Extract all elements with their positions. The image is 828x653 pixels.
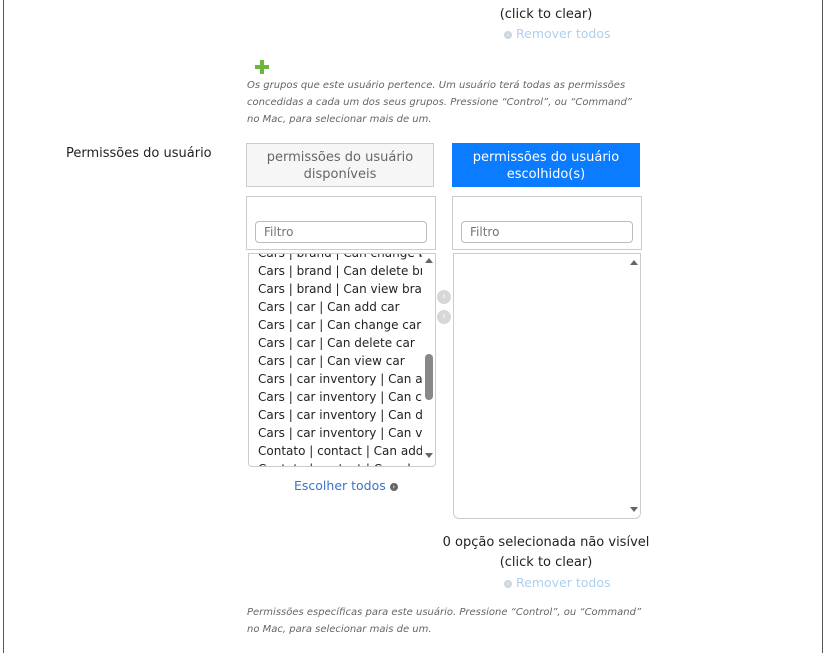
frame-border-left [3,0,4,653]
permission-option[interactable]: Cars | car | Can change car [258,316,422,334]
groups-remove-all-label: Remover todos [516,26,611,41]
frame-border-right [822,0,823,653]
arrow-right-icon: › [389,482,398,491]
available-filter-container [246,196,436,250]
permissions-help-text: Permissões específicas para este usuário… [247,607,642,635]
permission-option[interactable]: Cars | brand | Can view brand [258,280,422,298]
chosen-permissions-list[interactable] [453,253,641,519]
groups-click-to-clear[interactable]: (click to clear) [436,7,656,22]
permission-option[interactable]: Contato | contact | Can add contact [258,442,422,460]
permission-option[interactable]: Contato | contact | Can change contact [258,460,422,466]
chosen-filter-input[interactable] [461,221,633,243]
available-filter-input[interactable] [255,221,427,243]
permission-option[interactable]: Cars | car | Can view car [258,352,422,370]
groups-remove-all-link[interactable]: ‹ Remover todos [504,26,610,41]
permissions-field-label: Permissões do usuário [66,146,212,161]
available-permissions-title: permissões do usuário disponíveis [246,143,434,187]
permission-option[interactable]: Cars | car inventory | Can delete car in… [258,406,422,424]
choose-all-link[interactable]: Escolher todos › [294,478,402,493]
groups-help-text: Os grupos que este usuário pertence. Um … [247,80,632,125]
arrow-left-icon: ‹ [504,579,512,588]
chosen-list-scrollbar[interactable] [630,260,638,512]
permission-option[interactable]: Cars | car | Can delete car [258,334,422,352]
permission-option[interactable]: Cars | brand | Can delete brand [258,262,422,280]
add-group-plus-icon[interactable] [254,59,270,75]
permissions-remove-all-link[interactable]: ‹ Remover todos [504,575,610,590]
scroll-down-arrow-icon[interactable] [630,507,638,512]
permission-option[interactable]: Cars | brand | Can change brand [258,254,422,262]
permissions-remove-all-label: Remover todos [516,575,611,590]
scroll-up-arrow-icon[interactable] [630,260,638,265]
chosen-filter-container [452,196,642,250]
scroll-down-arrow-icon[interactable] [425,453,433,458]
available-permissions-list[interactable]: Cars | brand | Can change brandCars | br… [248,253,436,467]
scroll-up-arrow-icon[interactable] [425,258,433,263]
move-left-icon[interactable]: ‹ [437,310,451,324]
chosen-permissions-title: permissões do usuário escolhido(s) [452,143,640,187]
permission-option[interactable]: Cars | car inventory | Can view car inve… [258,424,422,442]
permission-option[interactable]: Cars | car inventory | Can add car inven… [258,370,422,388]
permission-option[interactable]: Cars | car | Can add car [258,298,422,316]
hidden-selected-count: 0 opção selecionada não visível [442,535,650,550]
move-right-icon[interactable]: › [437,290,451,304]
permissions-click-to-clear[interactable]: (click to clear) [436,555,656,570]
choose-all-label: Escolher todos [294,478,386,493]
arrow-left-icon: ‹ [504,30,512,39]
permission-option[interactable]: Cars | car inventory | Can change car in… [258,388,422,406]
scrollbar-thumb[interactable] [425,354,433,400]
available-list-scrollbar[interactable] [425,258,433,458]
